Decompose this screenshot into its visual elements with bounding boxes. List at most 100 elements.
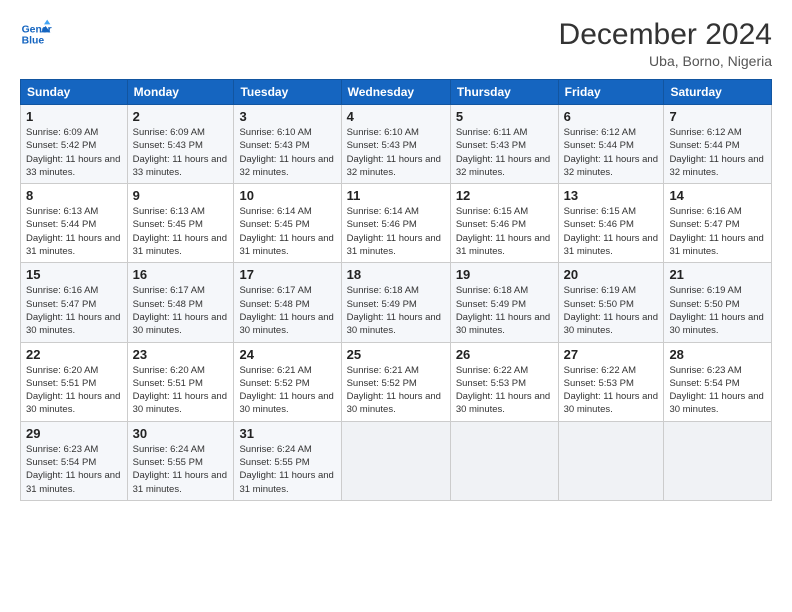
day-number: 3: [239, 109, 335, 124]
calendar-cell: 1 Sunrise: 6:09 AM Sunset: 5:42 PM Dayli…: [21, 105, 128, 184]
day-info: Sunrise: 6:17 AM Sunset: 5:48 PM Dayligh…: [133, 284, 229, 337]
day-info: Sunrise: 6:16 AM Sunset: 5:47 PM Dayligh…: [26, 284, 122, 337]
calendar-table: SundayMondayTuesdayWednesdayThursdayFrid…: [20, 79, 772, 501]
calendar-cell: 4 Sunrise: 6:10 AM Sunset: 5:43 PM Dayli…: [341, 105, 450, 184]
calendar-cell: [558, 421, 664, 500]
calendar-cell: 11 Sunrise: 6:14 AM Sunset: 5:46 PM Dayl…: [341, 184, 450, 263]
calendar-cell: [341, 421, 450, 500]
calendar-week-4: 22 Sunrise: 6:20 AM Sunset: 5:51 PM Dayl…: [21, 342, 772, 421]
day-number: 24: [239, 347, 335, 362]
day-number: 7: [669, 109, 766, 124]
day-number: 25: [347, 347, 445, 362]
day-info: Sunrise: 6:22 AM Sunset: 5:53 PM Dayligh…: [456, 364, 553, 417]
day-header-friday: Friday: [558, 80, 664, 105]
day-info: Sunrise: 6:24 AM Sunset: 5:55 PM Dayligh…: [133, 443, 229, 496]
calendar-cell: 8 Sunrise: 6:13 AM Sunset: 5:44 PM Dayli…: [21, 184, 128, 263]
day-header-sunday: Sunday: [21, 80, 128, 105]
day-number: 9: [133, 188, 229, 203]
day-number: 22: [26, 347, 122, 362]
day-number: 29: [26, 426, 122, 441]
header: General Blue December 2024 Uba, Borno, N…: [20, 18, 772, 69]
calendar-cell: 2 Sunrise: 6:09 AM Sunset: 5:43 PM Dayli…: [127, 105, 234, 184]
calendar-cell: 6 Sunrise: 6:12 AM Sunset: 5:44 PM Dayli…: [558, 105, 664, 184]
day-number: 13: [564, 188, 659, 203]
day-info: Sunrise: 6:11 AM Sunset: 5:43 PM Dayligh…: [456, 126, 553, 179]
day-number: 17: [239, 267, 335, 282]
day-number: 1: [26, 109, 122, 124]
calendar-cell: 14 Sunrise: 6:16 AM Sunset: 5:47 PM Dayl…: [664, 184, 772, 263]
day-number: 27: [564, 347, 659, 362]
calendar-week-2: 8 Sunrise: 6:13 AM Sunset: 5:44 PM Dayli…: [21, 184, 772, 263]
calendar-cell: 27 Sunrise: 6:22 AM Sunset: 5:53 PM Dayl…: [558, 342, 664, 421]
calendar-cell: 31 Sunrise: 6:24 AM Sunset: 5:55 PM Dayl…: [234, 421, 341, 500]
calendar-cell: 21 Sunrise: 6:19 AM Sunset: 5:50 PM Dayl…: [664, 263, 772, 342]
day-info: Sunrise: 6:12 AM Sunset: 5:44 PM Dayligh…: [564, 126, 659, 179]
day-info: Sunrise: 6:19 AM Sunset: 5:50 PM Dayligh…: [669, 284, 766, 337]
day-info: Sunrise: 6:22 AM Sunset: 5:53 PM Dayligh…: [564, 364, 659, 417]
day-info: Sunrise: 6:09 AM Sunset: 5:42 PM Dayligh…: [26, 126, 122, 179]
day-number: 21: [669, 267, 766, 282]
calendar-cell: 24 Sunrise: 6:21 AM Sunset: 5:52 PM Dayl…: [234, 342, 341, 421]
calendar-cell: 12 Sunrise: 6:15 AM Sunset: 5:46 PM Dayl…: [450, 184, 558, 263]
day-info: Sunrise: 6:21 AM Sunset: 5:52 PM Dayligh…: [347, 364, 445, 417]
day-number: 10: [239, 188, 335, 203]
day-info: Sunrise: 6:18 AM Sunset: 5:49 PM Dayligh…: [456, 284, 553, 337]
day-number: 20: [564, 267, 659, 282]
day-info: Sunrise: 6:10 AM Sunset: 5:43 PM Dayligh…: [239, 126, 335, 179]
day-number: 15: [26, 267, 122, 282]
day-number: 16: [133, 267, 229, 282]
calendar-cell: 9 Sunrise: 6:13 AM Sunset: 5:45 PM Dayli…: [127, 184, 234, 263]
calendar-week-5: 29 Sunrise: 6:23 AM Sunset: 5:54 PM Dayl…: [21, 421, 772, 500]
day-info: Sunrise: 6:15 AM Sunset: 5:46 PM Dayligh…: [564, 205, 659, 258]
main-title: December 2024: [559, 18, 772, 51]
day-info: Sunrise: 6:23 AM Sunset: 5:54 PM Dayligh…: [26, 443, 122, 496]
day-number: 2: [133, 109, 229, 124]
day-info: Sunrise: 6:17 AM Sunset: 5:48 PM Dayligh…: [239, 284, 335, 337]
calendar-cell: 28 Sunrise: 6:23 AM Sunset: 5:54 PM Dayl…: [664, 342, 772, 421]
logo: General Blue: [20, 18, 52, 50]
day-number: 31: [239, 426, 335, 441]
calendar-cell: 20 Sunrise: 6:19 AM Sunset: 5:50 PM Dayl…: [558, 263, 664, 342]
logo-icon: General Blue: [20, 18, 52, 50]
day-info: Sunrise: 6:15 AM Sunset: 5:46 PM Dayligh…: [456, 205, 553, 258]
calendar-cell: 18 Sunrise: 6:18 AM Sunset: 5:49 PM Dayl…: [341, 263, 450, 342]
day-info: Sunrise: 6:19 AM Sunset: 5:50 PM Dayligh…: [564, 284, 659, 337]
day-number: 14: [669, 188, 766, 203]
calendar-cell: 15 Sunrise: 6:16 AM Sunset: 5:47 PM Dayl…: [21, 263, 128, 342]
calendar-header-row: SundayMondayTuesdayWednesdayThursdayFrid…: [21, 80, 772, 105]
calendar-cell: 13 Sunrise: 6:15 AM Sunset: 5:46 PM Dayl…: [558, 184, 664, 263]
day-info: Sunrise: 6:10 AM Sunset: 5:43 PM Dayligh…: [347, 126, 445, 179]
calendar-cell: 5 Sunrise: 6:11 AM Sunset: 5:43 PM Dayli…: [450, 105, 558, 184]
calendar-cell: [450, 421, 558, 500]
calendar-cell: 30 Sunrise: 6:24 AM Sunset: 5:55 PM Dayl…: [127, 421, 234, 500]
day-info: Sunrise: 6:14 AM Sunset: 5:46 PM Dayligh…: [347, 205, 445, 258]
day-number: 30: [133, 426, 229, 441]
calendar-cell: 22 Sunrise: 6:20 AM Sunset: 5:51 PM Dayl…: [21, 342, 128, 421]
day-info: Sunrise: 6:09 AM Sunset: 5:43 PM Dayligh…: [133, 126, 229, 179]
calendar-cell: 7 Sunrise: 6:12 AM Sunset: 5:44 PM Dayli…: [664, 105, 772, 184]
day-info: Sunrise: 6:21 AM Sunset: 5:52 PM Dayligh…: [239, 364, 335, 417]
day-number: 12: [456, 188, 553, 203]
day-header-saturday: Saturday: [664, 80, 772, 105]
day-info: Sunrise: 6:12 AM Sunset: 5:44 PM Dayligh…: [669, 126, 766, 179]
title-block: December 2024 Uba, Borno, Nigeria: [559, 18, 772, 69]
day-header-thursday: Thursday: [450, 80, 558, 105]
calendar-cell: 10 Sunrise: 6:14 AM Sunset: 5:45 PM Dayl…: [234, 184, 341, 263]
calendar-cell: 29 Sunrise: 6:23 AM Sunset: 5:54 PM Dayl…: [21, 421, 128, 500]
day-info: Sunrise: 6:23 AM Sunset: 5:54 PM Dayligh…: [669, 364, 766, 417]
calendar-cell: 17 Sunrise: 6:17 AM Sunset: 5:48 PM Dayl…: [234, 263, 341, 342]
day-info: Sunrise: 6:18 AM Sunset: 5:49 PM Dayligh…: [347, 284, 445, 337]
day-number: 6: [564, 109, 659, 124]
calendar-cell: 23 Sunrise: 6:20 AM Sunset: 5:51 PM Dayl…: [127, 342, 234, 421]
day-header-tuesday: Tuesday: [234, 80, 341, 105]
day-number: 11: [347, 188, 445, 203]
day-number: 19: [456, 267, 553, 282]
day-info: Sunrise: 6:14 AM Sunset: 5:45 PM Dayligh…: [239, 205, 335, 258]
calendar-cell: 25 Sunrise: 6:21 AM Sunset: 5:52 PM Dayl…: [341, 342, 450, 421]
day-info: Sunrise: 6:20 AM Sunset: 5:51 PM Dayligh…: [26, 364, 122, 417]
day-number: 26: [456, 347, 553, 362]
day-info: Sunrise: 6:16 AM Sunset: 5:47 PM Dayligh…: [669, 205, 766, 258]
day-info: Sunrise: 6:24 AM Sunset: 5:55 PM Dayligh…: [239, 443, 335, 496]
day-number: 28: [669, 347, 766, 362]
day-header-monday: Monday: [127, 80, 234, 105]
